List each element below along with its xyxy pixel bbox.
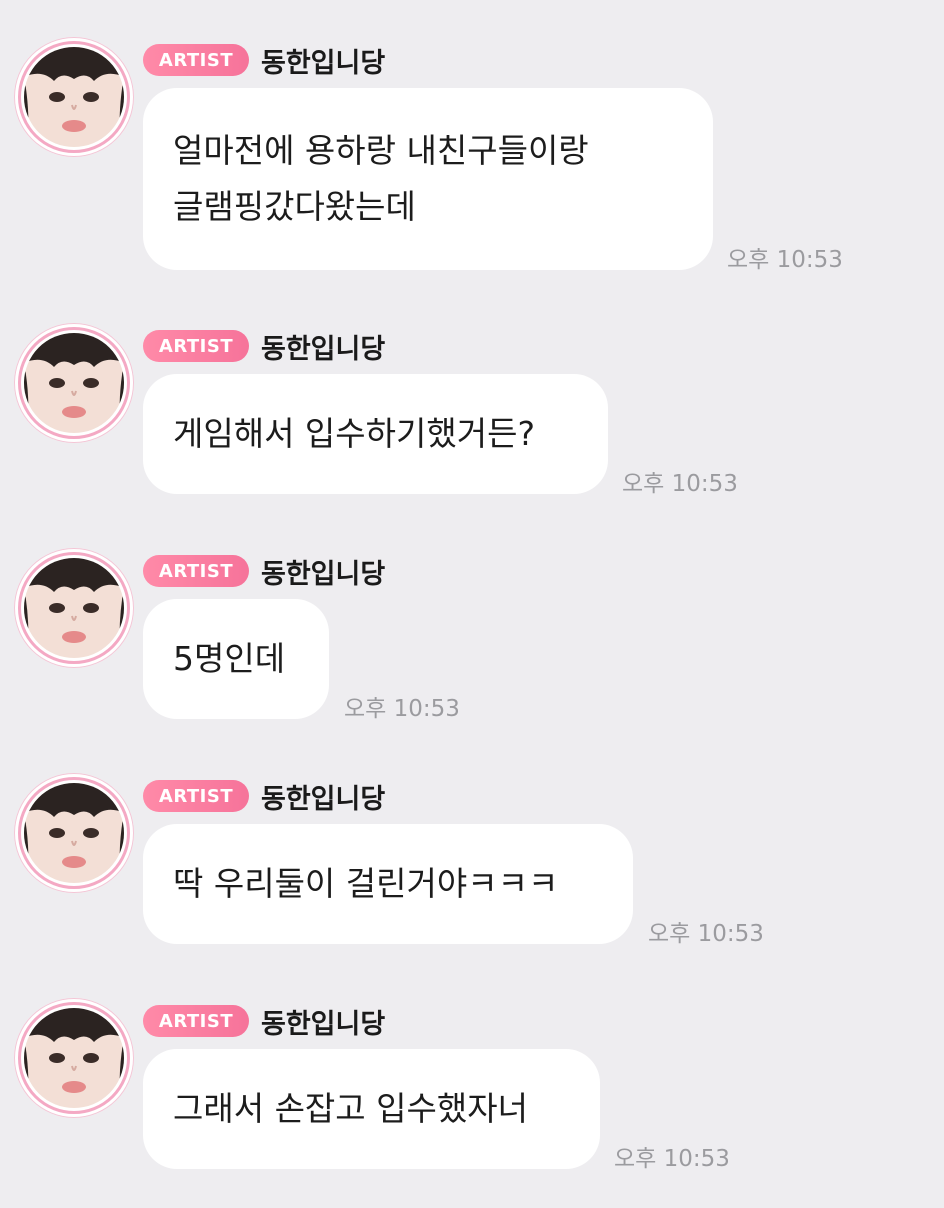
avatar[interactable]	[14, 773, 134, 893]
avatar[interactable]	[14, 37, 134, 157]
message-bubble: 5명인데	[143, 599, 329, 719]
timestamp: 오후 10:53	[727, 247, 843, 273]
chat-message: ARTIST 동한입니당 얼마전에 용하랑 내친구들이랑 글램핑갔다왔는데 오후…	[0, 32, 944, 273]
avatar-photo-icon	[24, 558, 124, 658]
artist-badge: ARTIST	[143, 330, 249, 362]
chat-message: ARTIST 동한입니당 게임해서 입수하기했거든? 오후 10:53	[0, 318, 944, 533]
timestamp: 오후 10:53	[344, 696, 460, 722]
message-bubble: 게임해서 입수하기했거든?	[143, 374, 608, 494]
avatar[interactable]	[14, 998, 134, 1118]
avatar-photo-icon	[24, 1008, 124, 1108]
message-bubble: 그래서 손잡고 입수했자너	[143, 1049, 600, 1169]
sender-name: 동한입니당	[261, 47, 386, 79]
sender-name: 동한입니당	[261, 783, 386, 815]
avatar-photo-icon	[24, 333, 124, 433]
avatar-photo-icon	[24, 47, 124, 147]
chat-message: ARTIST 동한입니당 딱 우리둘이 걸린거야ㅋㅋㅋ 오후 10:53	[0, 768, 944, 983]
sender-name: 동한입니당	[261, 333, 386, 365]
avatar[interactable]	[14, 548, 134, 668]
chat-message: ARTIST 동한입니당 5명인데 오후 10:53	[0, 543, 944, 758]
avatar[interactable]	[14, 323, 134, 443]
timestamp: 오후 10:53	[614, 1146, 730, 1172]
message-bubble: 딱 우리둘이 걸린거야ㅋㅋㅋ	[143, 824, 633, 944]
artist-badge: ARTIST	[143, 44, 249, 76]
artist-badge: ARTIST	[143, 555, 249, 587]
chat-message: ARTIST 동한입니당 그래서 손잡고 입수했자너 오후 10:53	[0, 993, 944, 1208]
sender-name: 동한입니당	[261, 558, 386, 590]
timestamp: 오후 10:53	[648, 921, 764, 947]
artist-badge: ARTIST	[143, 1005, 249, 1037]
message-bubble: 얼마전에 용하랑 내친구들이랑 글램핑갔다왔는데	[143, 88, 713, 270]
sender-name: 동한입니당	[261, 1008, 386, 1040]
avatar-photo-icon	[24, 783, 124, 883]
timestamp: 오후 10:53	[622, 471, 738, 497]
artist-badge: ARTIST	[143, 780, 249, 812]
